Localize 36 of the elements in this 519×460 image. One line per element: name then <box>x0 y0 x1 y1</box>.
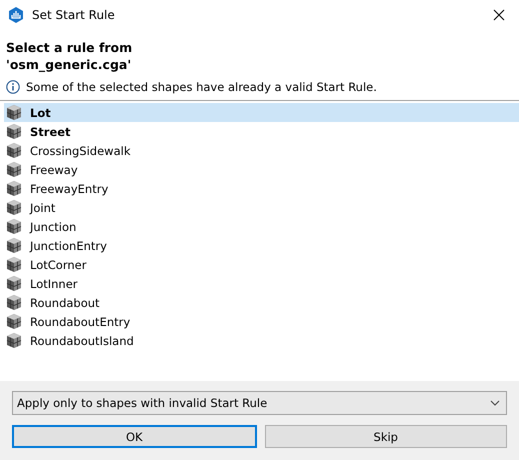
info-message: Some of the selected shapes have already a valid Start Rule. <box>26 80 377 94</box>
rule-item[interactable]: CrossingSidewalk <box>4 141 519 160</box>
dialog-button[interactable]: Skip <box>264 425 507 448</box>
cube-icon <box>6 162 22 177</box>
apply-mode-dropdown[interactable]: Apply only to shapes with invalid Start Rule <box>12 391 507 415</box>
rule-item[interactable]: JunctionEntry <box>4 236 519 255</box>
rule-item[interactable]: Street <box>4 122 519 141</box>
cube-icon <box>6 181 22 196</box>
dialog-button[interactable]: OK <box>12 425 256 448</box>
close-icon <box>493 8 505 20</box>
dialog-heading: Select a rule from 'osm_generic.cga' <box>6 39 134 73</box>
window-title: Set Start Rule <box>32 8 116 22</box>
cube-icon <box>6 200 22 215</box>
cube-icon <box>6 276 22 291</box>
rule-item[interactable]: Roundabout <box>4 293 519 312</box>
cube-icon <box>6 257 22 272</box>
cube-icon <box>6 219 22 234</box>
cube-icon <box>6 143 22 158</box>
rule-item[interactable]: RoundaboutEntry <box>4 312 519 331</box>
rule-item[interactable]: Lot <box>4 103 519 122</box>
rule-item[interactable]: Joint <box>4 198 519 217</box>
info-icon <box>6 80 20 94</box>
chevron-down-icon <box>490 400 500 406</box>
cube-icon <box>6 124 22 139</box>
cube-icon <box>6 333 22 348</box>
rule-item[interactable]: FreewayEntry <box>4 179 519 198</box>
rule-item[interactable]: LotCorner <box>4 255 519 274</box>
rule-item[interactable]: Junction <box>4 217 519 236</box>
rule-item[interactable]: RoundaboutIsland <box>4 331 519 350</box>
rule-item[interactable]: LotInner <box>4 274 519 293</box>
rule-item[interactable]: Freeway <box>4 160 519 179</box>
cube-icon <box>6 314 22 329</box>
cube-icon <box>6 238 22 253</box>
app-logo-icon <box>8 7 24 23</box>
cube-icon <box>6 295 22 310</box>
cube-icon <box>6 105 22 120</box>
